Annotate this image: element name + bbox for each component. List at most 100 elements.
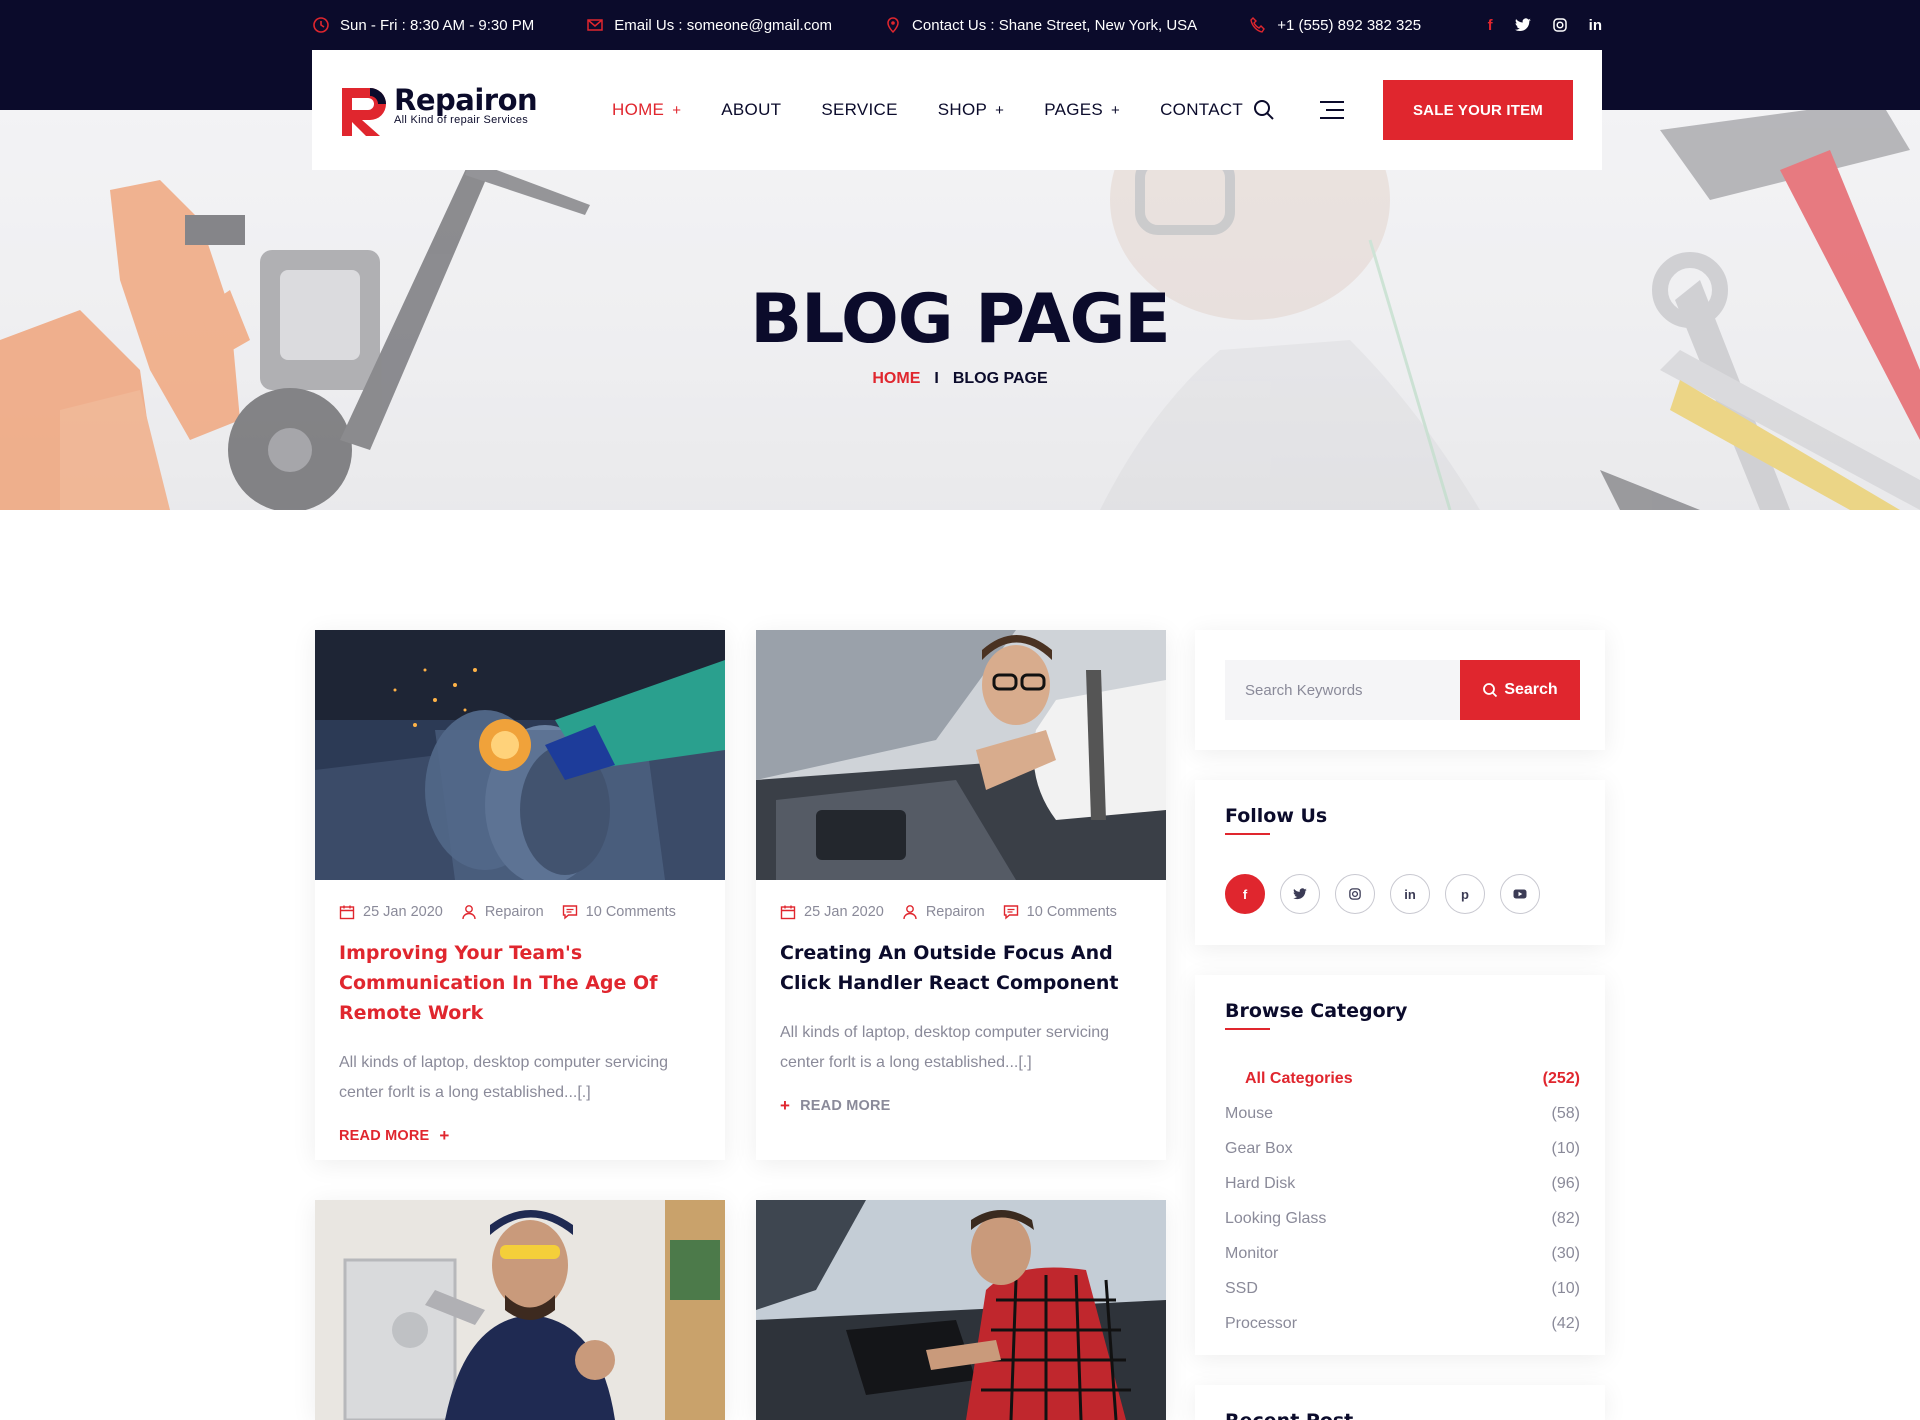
linkedin-icon[interactable]: in <box>1589 17 1602 34</box>
plus-icon: + <box>672 101 682 119</box>
nav-label: CONTACT <box>1160 100 1244 119</box>
post-date-text: 25 Jan 2020 <box>804 904 884 920</box>
search-button[interactable]: Search <box>1460 660 1580 720</box>
post-comments-text: 10 Comments <box>585 904 676 920</box>
nav-label: SHOP <box>937 100 988 119</box>
comment-icon <box>562 905 577 920</box>
category-count: (58) <box>1551 1104 1580 1122</box>
category-item[interactable]: All Categories (252) <box>1225 1061 1580 1096</box>
category-name: SSD <box>1225 1279 1258 1297</box>
post-author[interactable]: Repairon <box>902 904 985 920</box>
facebook-icon[interactable]: f <box>1225 874 1265 914</box>
post-photo-4 <box>756 1200 1166 1420</box>
twitter-glyph <box>1293 888 1307 900</box>
plus-icon: + <box>439 1126 450 1145</box>
nav-item-shop[interactable]: SHOP + <box>938 100 1004 120</box>
plus-icon: + <box>780 1096 791 1115</box>
nav-label: HOME <box>612 100 665 119</box>
top-social-links: f in <box>1488 17 1602 34</box>
post-image-technician[interactable] <box>315 1200 725 1420</box>
breadcrumb-home-link[interactable]: HOME <box>872 370 920 388</box>
category-name: Gear Box <box>1225 1139 1293 1157</box>
linkedin-icon[interactable]: in <box>1390 874 1430 914</box>
post-author-text: Repairon <box>925 904 985 920</box>
follow-social-links: f in p <box>1225 874 1540 914</box>
email-info[interactable]: Email Us : someone@gmail.com <box>586 16 832 34</box>
pinterest-icon[interactable]: p <box>1445 874 1485 914</box>
post-meta: 25 Jan 2020 Repairon 10 Comments <box>315 880 725 920</box>
instagram-icon[interactable] <box>1552 18 1567 32</box>
nav-item-about[interactable]: ABOUT <box>721 100 781 120</box>
read-more-link[interactable]: + READ MORE <box>756 1078 1166 1116</box>
category-item[interactable]: Gear Box (10) <box>1225 1131 1580 1166</box>
widget-title: Recent Post <box>1225 1410 1353 1420</box>
hours-info: Sun - Fri : 8:30 AM - 9:30 PM <box>312 16 534 34</box>
category-item[interactable]: Monitor (30) <box>1225 1236 1580 1271</box>
twitter-icon[interactable] <box>1280 874 1320 914</box>
nav-item-contact[interactable]: CONTACT <box>1160 100 1243 120</box>
nav-item-pages[interactable]: PAGES + <box>1044 100 1120 120</box>
widget-title: Browse Category <box>1225 1000 1408 1022</box>
instagram-glyph <box>1349 888 1361 900</box>
category-item[interactable]: Processor (42) <box>1225 1306 1580 1341</box>
page-hero: BLOG PAGE HOME I BLOG PAGE <box>0 110 1920 510</box>
post-date-text: 25 Jan 2020 <box>363 904 443 920</box>
hamburger-menu-icon[interactable] <box>1318 100 1346 120</box>
post-image-laptop-diagnostics[interactable] <box>756 1200 1166 1420</box>
category-count: (82) <box>1551 1209 1580 1227</box>
address-info: Contact Us : Shane Street, New York, USA <box>884 16 1197 34</box>
nav-item-home[interactable]: HOME + <box>612 100 681 120</box>
mail-icon <box>587 19 603 31</box>
nav-item-service[interactable]: SERVICE <box>821 100 897 120</box>
search-icon[interactable] <box>1252 98 1276 122</box>
post-comments-text: 10 Comments <box>1026 904 1117 920</box>
category-count: (10) <box>1551 1279 1580 1297</box>
category-item[interactable]: SSD (10) <box>1225 1271 1580 1306</box>
plus-icon: + <box>995 101 1005 119</box>
category-name: All Categories <box>1245 1069 1353 1087</box>
phone-text: +1 (555) 892 382 325 <box>1277 16 1422 34</box>
post-photo-3 <box>315 1200 725 1420</box>
search-input[interactable]: Search Keywords <box>1225 660 1460 720</box>
phone-info[interactable]: +1 (555) 892 382 325 <box>1249 16 1421 34</box>
plus-icon: + <box>1111 101 1121 119</box>
page-title: BLOG PAGE <box>750 280 1171 359</box>
browse-category-widget: Browse Category All Categories (252) Mous… <box>1195 975 1605 1355</box>
category-name: Looking Glass <box>1225 1209 1327 1227</box>
post-author[interactable]: Repairon <box>461 904 544 920</box>
breadcrumb-separator: I <box>934 370 939 387</box>
blog-card: 25 Jan 2020 Repairon 10 Comments Creatin… <box>756 630 1166 1160</box>
blog-card <box>315 1200 725 1420</box>
nav-label: PAGES <box>1044 100 1104 119</box>
youtube-glyph <box>1513 889 1527 899</box>
category-count: (252) <box>1542 1069 1580 1087</box>
twitter-icon[interactable] <box>1514 18 1531 32</box>
user-icon <box>462 905 476 920</box>
post-image-pipe-grinding[interactable] <box>315 630 725 880</box>
blog-card: 25 Jan 2020 Repairon 10 Comments Improvi… <box>315 630 725 1160</box>
category-list: All Categories (252) Mouse (58) Gear Box (1… <box>1225 1061 1580 1341</box>
instagram-icon[interactable] <box>1335 874 1375 914</box>
category-item[interactable]: Looking Glass (82) <box>1225 1201 1580 1236</box>
widget-title: Follow Us <box>1225 805 1328 827</box>
post-meta: 25 Jan 2020 Repairon 10 Comments <box>756 880 1166 920</box>
youtube-icon[interactable] <box>1500 874 1540 914</box>
read-more-label: READ MORE <box>339 1128 430 1144</box>
facebook-icon[interactable]: f <box>1488 17 1493 34</box>
clock-icon <box>313 17 329 33</box>
post-title[interactable]: Creating An Outside Focus And Click Hand… <box>756 920 1166 998</box>
post-image-car-mechanic[interactable] <box>756 630 1166 880</box>
post-comments[interactable]: 10 Comments <box>562 904 676 920</box>
read-more-link[interactable]: READ MORE + <box>315 1108 725 1146</box>
widget-title-underline <box>1225 833 1270 835</box>
post-title[interactable]: Improving Your Team's Communication In T… <box>315 920 725 1028</box>
brand-tagline: All Kind of repair Services <box>394 114 529 126</box>
post-comments[interactable]: 10 Comments <box>1003 904 1117 920</box>
category-item[interactable]: Mouse (58) <box>1225 1096 1580 1131</box>
brand-logo[interactable]: Repairon All Kind of repair Services <box>340 84 538 136</box>
category-item[interactable]: Hard Disk (96) <box>1225 1166 1580 1201</box>
sale-your-item-button[interactable]: SALE YOUR ITEM <box>1383 80 1573 140</box>
nav-label: SERVICE <box>821 100 898 119</box>
category-name: Hard Disk <box>1225 1174 1296 1192</box>
post-excerpt: All kinds of laptop, desktop computer se… <box>339 1054 669 1101</box>
